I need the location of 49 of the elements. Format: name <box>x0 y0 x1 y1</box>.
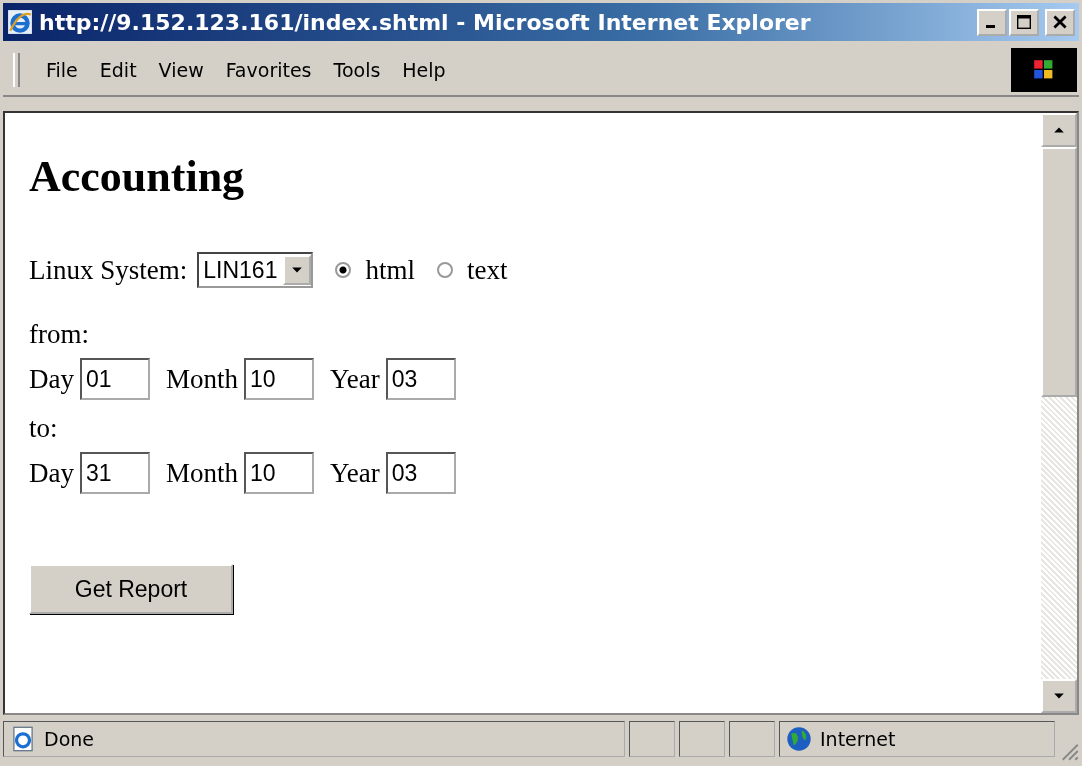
input-field[interactable]: 10 <box>244 452 314 494</box>
field-label: Month <box>166 457 238 489</box>
field-label: Linux System: <box>29 254 188 286</box>
scroll-down-button[interactable] <box>1041 679 1077 713</box>
minimize-button[interactable] <box>977 8 1007 36</box>
status-panel <box>679 721 725 757</box>
scrollbar[interactable] <box>1041 113 1077 713</box>
input-field[interactable]: 01 <box>80 358 150 400</box>
field-label: Month <box>166 363 238 395</box>
scroll-thumb[interactable] <box>1041 147 1077 397</box>
menu-item[interactable]: Tools <box>325 55 389 85</box>
maximize-icon <box>1017 15 1031 29</box>
maximize-button[interactable] <box>1009 8 1039 36</box>
radio-button[interactable] <box>335 262 352 278</box>
input-field[interactable]: 03 <box>385 358 456 400</box>
scroll-up-button[interactable] <box>1041 113 1077 147</box>
menu-item[interactable]: Help <box>394 55 454 85</box>
system-dropdown[interactable]: LIN161 <box>197 252 314 288</box>
globe-icon <box>786 726 812 752</box>
status-text: Done <box>44 728 94 750</box>
field-label: Year <box>330 363 380 395</box>
windows-logo-icon <box>1011 48 1077 92</box>
status-panel <box>729 721 775 757</box>
input-field[interactable]: 10 <box>244 358 314 400</box>
input-field[interactable]: 03 <box>385 452 456 494</box>
range-label: from: <box>29 318 90 351</box>
range-label: to: <box>29 412 59 445</box>
input-field[interactable]: 31 <box>80 452 150 494</box>
close-button[interactable] <box>1045 8 1075 36</box>
security-zone: Internet <box>820 728 896 750</box>
menu-item[interactable]: Favorites <box>217 55 320 85</box>
menu-item[interactable]: Edit <box>91 55 145 85</box>
status-panel <box>629 721 675 757</box>
field-label: Year <box>330 457 380 489</box>
page-icon <box>10 726 36 752</box>
field-label: Day <box>29 457 74 489</box>
minimize-icon <box>986 24 995 28</box>
radio-button[interactable] <box>436 262 453 278</box>
get-report-button[interactable]: Get Report <box>29 564 233 614</box>
window-title: http://9.152.123.161/index.shtml - Microsoft Internet Explorer <box>39 9 812 35</box>
toolbar-grip[interactable] <box>13 53 20 87</box>
radio-label: html <box>365 254 415 286</box>
field-label: Day <box>29 363 74 395</box>
radio-label: text <box>466 254 508 286</box>
close-icon <box>1053 15 1067 29</box>
page-heading: Accounting <box>29 151 246 202</box>
menu-item[interactable]: View <box>150 55 212 85</box>
menu-item[interactable]: File <box>38 55 86 85</box>
browser-logo-icon <box>7 9 33 35</box>
